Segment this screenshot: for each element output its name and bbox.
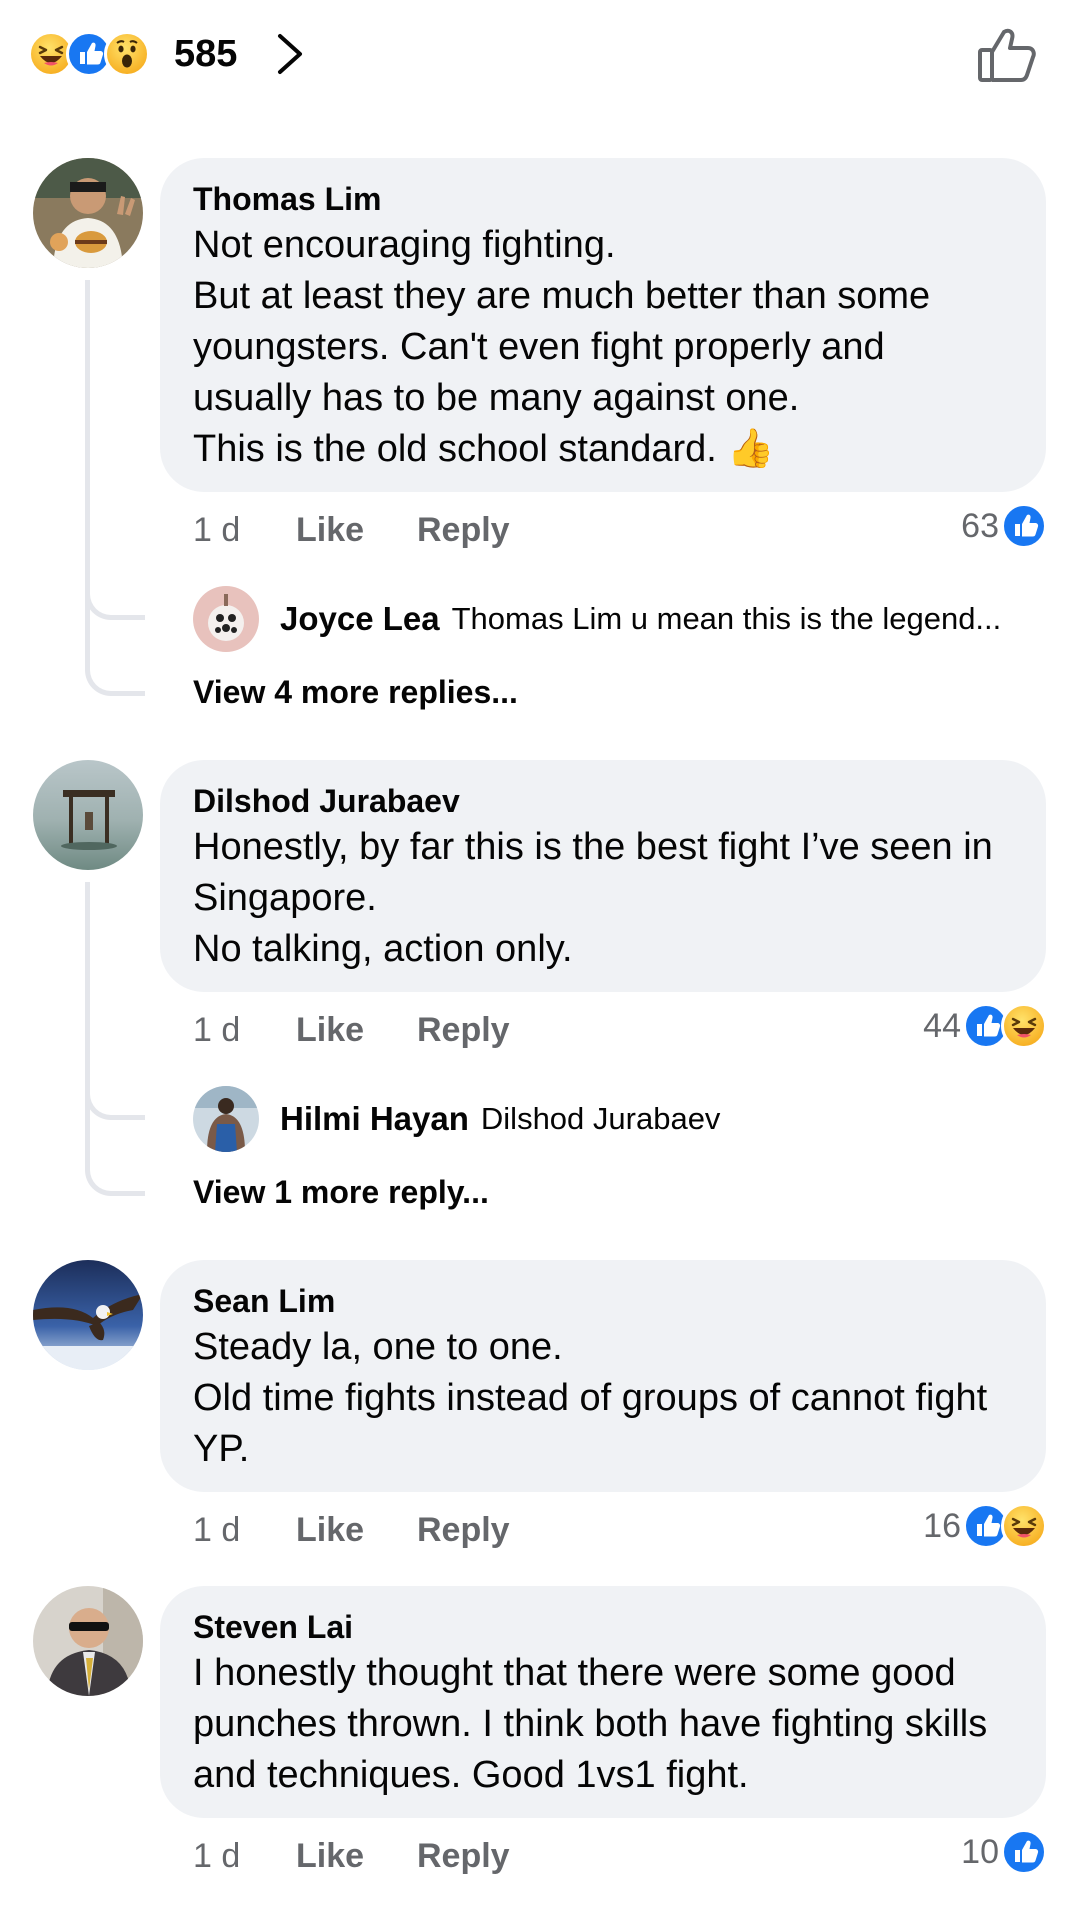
like-button[interactable]: Like (296, 1511, 417, 1550)
reply-button[interactable]: Reply (417, 1511, 510, 1550)
avatar[interactable] (33, 1260, 143, 1370)
reply-button[interactable]: Reply (417, 511, 510, 550)
haha-icon (1001, 1003, 1047, 1049)
wow-icon (104, 31, 150, 77)
like-icon (1001, 503, 1047, 549)
reply-author[interactable]: Joyce Lea (280, 600, 440, 638)
comment-time[interactable]: 1 d (193, 511, 296, 550)
avatar[interactable] (193, 1086, 259, 1152)
thread-line (85, 280, 145, 696)
comment-reactions[interactable]: 63 (961, 503, 1047, 549)
comment-bubble[interactable]: Thomas Lim Not encouraging fighting. But… (160, 158, 1046, 492)
avatar[interactable] (33, 760, 143, 870)
comment-bubble[interactable]: Steven Lai I honestly thought that there… (160, 1586, 1046, 1818)
comment-time[interactable]: 1 d (193, 1837, 296, 1876)
comment-author[interactable]: Thomas Lim (193, 178, 1013, 220)
comment-author[interactable]: Sean Lim (193, 1280, 1013, 1322)
like-button[interactable]: Like (296, 1011, 417, 1050)
reactions-bar: 585 (0, 0, 1080, 110)
comment-actions: 1 d Like Reply (193, 508, 510, 552)
comment-actions: 1 d Like Reply (193, 1008, 510, 1052)
comment-reactions[interactable]: 16 (923, 1503, 1047, 1549)
haha-icon (1001, 1503, 1047, 1549)
avatar[interactable] (33, 158, 143, 268)
reaction-count: 63 (961, 506, 999, 545)
comment-bubble[interactable]: Dilshod Jurabaev Honestly, by far this i… (160, 760, 1046, 992)
avatar[interactable] (33, 1586, 143, 1696)
reaction-count: 16 (923, 1506, 961, 1545)
comment-time[interactable]: 1 d (193, 1011, 296, 1050)
reaction-count: 44 (923, 1006, 961, 1045)
chevron-right-icon[interactable] (270, 30, 310, 78)
comment-author[interactable]: Steven Lai (193, 1606, 1013, 1648)
reply-author[interactable]: Hilmi Hayan (280, 1100, 469, 1138)
reaction-count: 10 (961, 1832, 999, 1871)
comment-author[interactable]: Dilshod Jurabaev (193, 780, 1013, 822)
reply-button[interactable]: Reply (417, 1837, 510, 1876)
reaction-icons[interactable] (28, 30, 150, 78)
reply-text: Dilshod Jurabaev (480, 1101, 721, 1136)
comment-time[interactable]: 1 d (193, 1511, 296, 1550)
thumbs-up-outline-icon[interactable] (976, 26, 1038, 84)
thread-line (85, 882, 145, 1196)
comment-text: Honestly, by far this is the best fight … (193, 826, 993, 970)
reply-preview[interactable]: Hilmi Hayan Dilshod Jurabaev (193, 1085, 720, 1153)
comment-reactions[interactable]: 10 (961, 1829, 1047, 1875)
comment-text: I honestly thought that there were some … (193, 1652, 988, 1796)
total-reaction-count[interactable]: 585 (174, 30, 237, 78)
comment-bubble[interactable]: Sean Lim Steady la, one to one. Old time… (160, 1260, 1046, 1492)
reply-text: Thomas Lim u mean this is the legend... (451, 601, 1002, 636)
comment-reactions[interactable]: 44 (923, 1003, 1047, 1049)
like-button[interactable]: Like (296, 1837, 417, 1876)
comment-actions: 1 d Like Reply (193, 1834, 510, 1878)
comment-text: Steady la, one to one. Old time fights i… (193, 1326, 988, 1470)
view-more-replies-link[interactable]: View 4 more replies... (193, 674, 518, 711)
like-icon (1001, 1829, 1047, 1875)
like-button[interactable]: Like (296, 511, 417, 550)
view-more-replies-link[interactable]: View 1 more reply... (193, 1174, 489, 1211)
avatar[interactable] (193, 586, 259, 652)
comment-text: Not encouraging fighting. But at least t… (193, 224, 931, 470)
reply-button[interactable]: Reply (417, 1011, 510, 1050)
reply-preview[interactable]: Joyce Lea Thomas Lim u mean this is the … (193, 585, 1001, 653)
comment-actions: 1 d Like Reply (193, 1508, 510, 1552)
